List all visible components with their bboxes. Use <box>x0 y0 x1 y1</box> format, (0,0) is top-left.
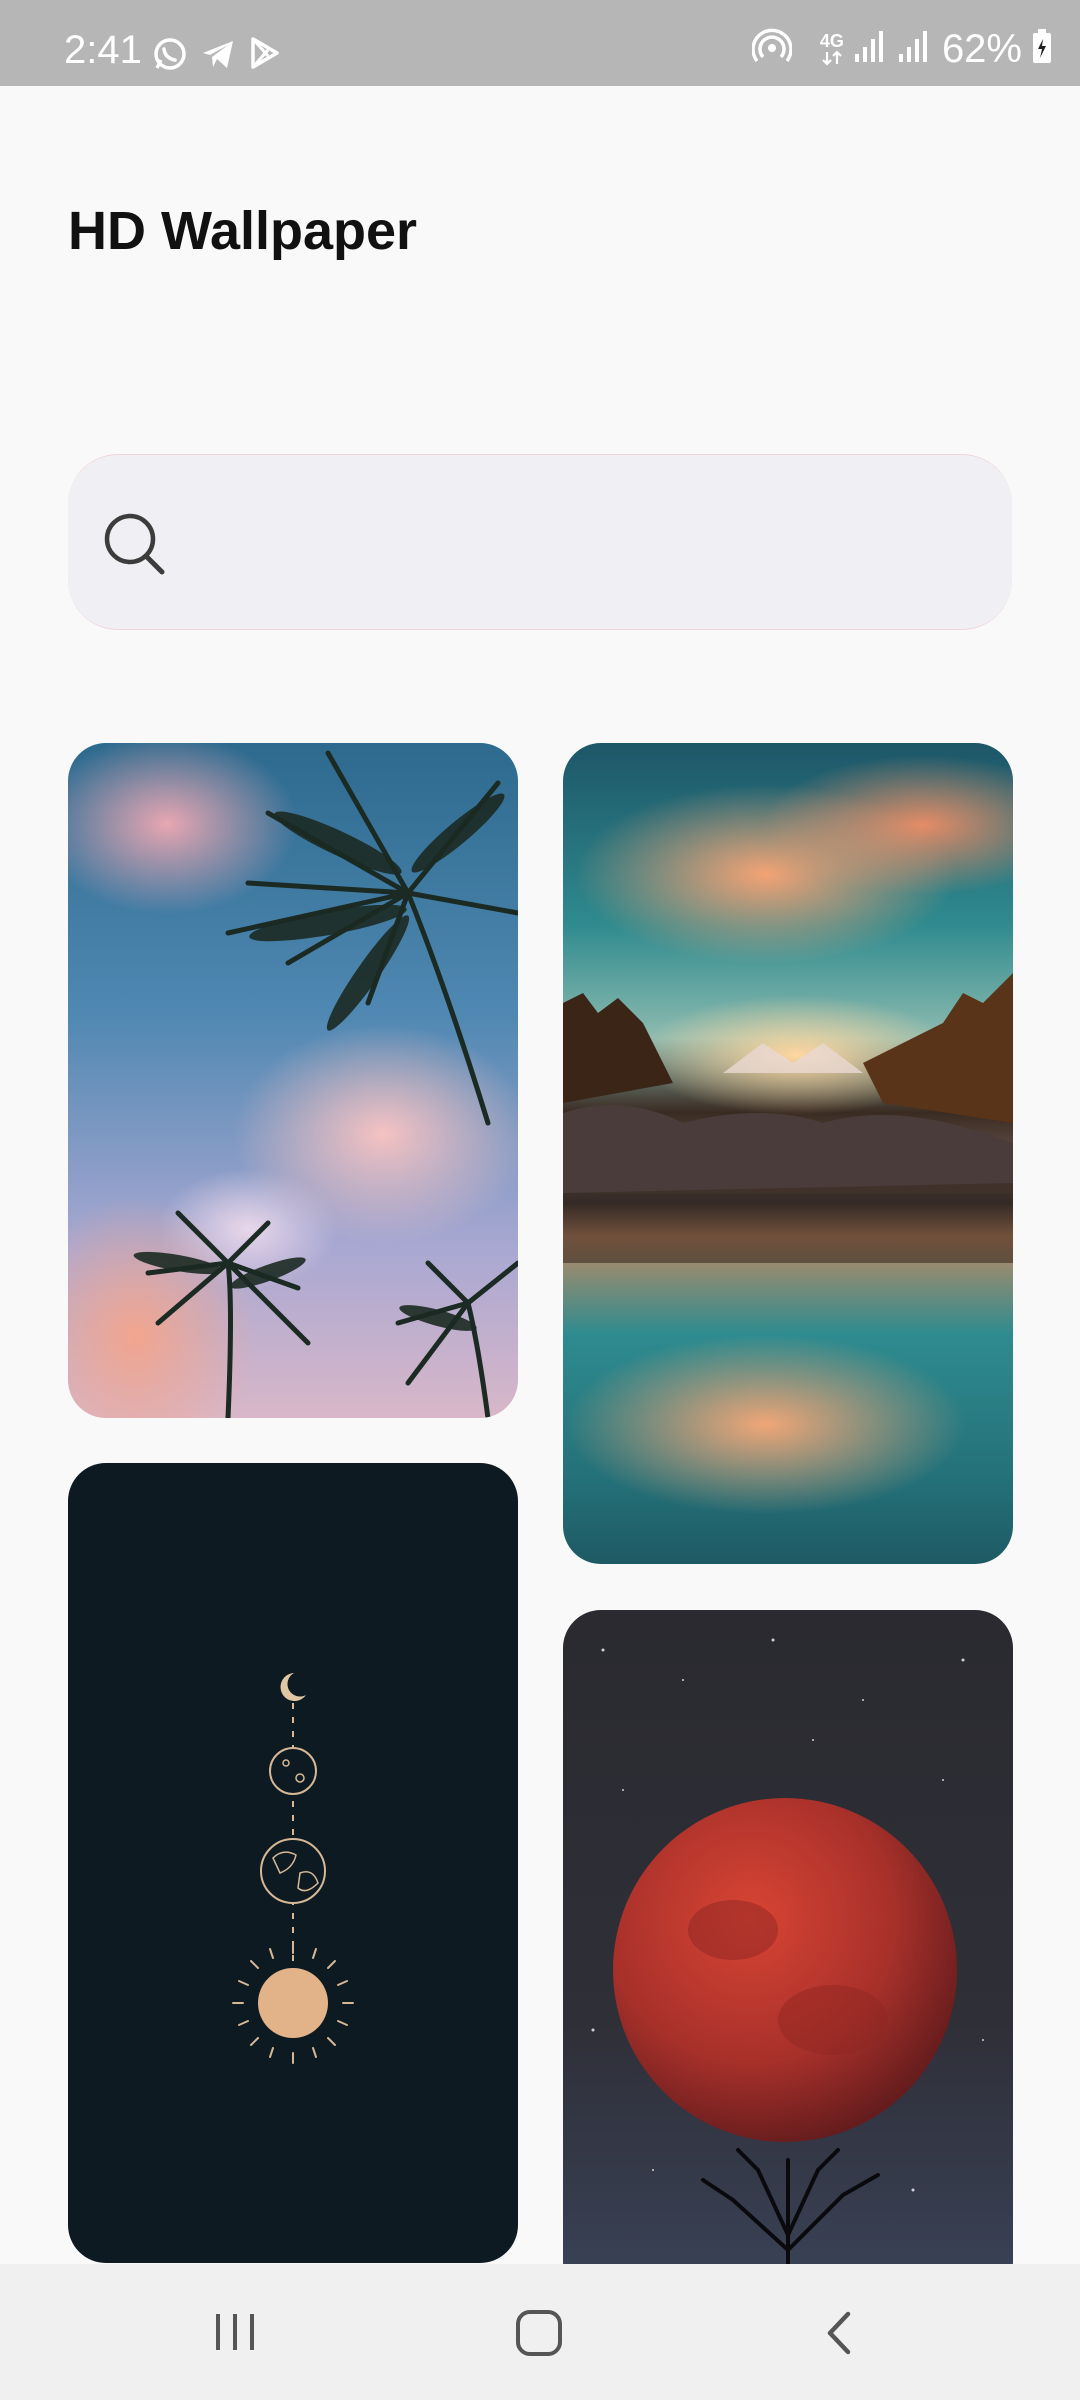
status-app-icons <box>152 36 282 77</box>
search-bar[interactable] <box>68 454 1012 630</box>
search-input[interactable] <box>188 495 972 593</box>
palm-tree-illustration <box>133 750 518 1418</box>
signal-icon <box>854 28 888 69</box>
wallpaper-card-red-moon[interactable] <box>563 1610 1013 2300</box>
recent-apps-icon[interactable] <box>210 2310 260 2359</box>
play-store-icon <box>248 36 282 77</box>
page-title: HD Wallpaper <box>68 201 418 261</box>
status-time: 2:41 <box>64 28 142 72</box>
signal-icon <box>898 28 932 69</box>
status-bar: 2:41 4G 62% <box>0 0 1080 86</box>
hotspot-icon <box>751 26 793 71</box>
back-icon[interactable] <box>822 2308 858 2363</box>
network-4g-icon: 4G <box>820 32 844 66</box>
search-icon <box>102 511 168 582</box>
telegram-icon <box>200 36 236 77</box>
celestial-illustration <box>232 1673 354 2064</box>
network-type-label: 4G <box>819 30 844 51</box>
home-icon[interactable] <box>514 2308 564 2363</box>
wallpaper-card-lake-sunset[interactable] <box>563 743 1013 1564</box>
nav-bar <box>0 2264 1080 2400</box>
lake-scene-illustration <box>563 973 1013 1263</box>
battery-icon <box>1032 28 1052 69</box>
whatsapp-icon <box>152 36 188 77</box>
wallpaper-card-celestial[interactable] <box>68 1463 518 2263</box>
status-right-group: 4G 62% <box>751 26 1052 71</box>
wallpaper-card-palm-sky[interactable] <box>68 743 518 1418</box>
red-moon-illustration <box>591 1638 984 2300</box>
battery-percent: 62% <box>941 26 1022 71</box>
